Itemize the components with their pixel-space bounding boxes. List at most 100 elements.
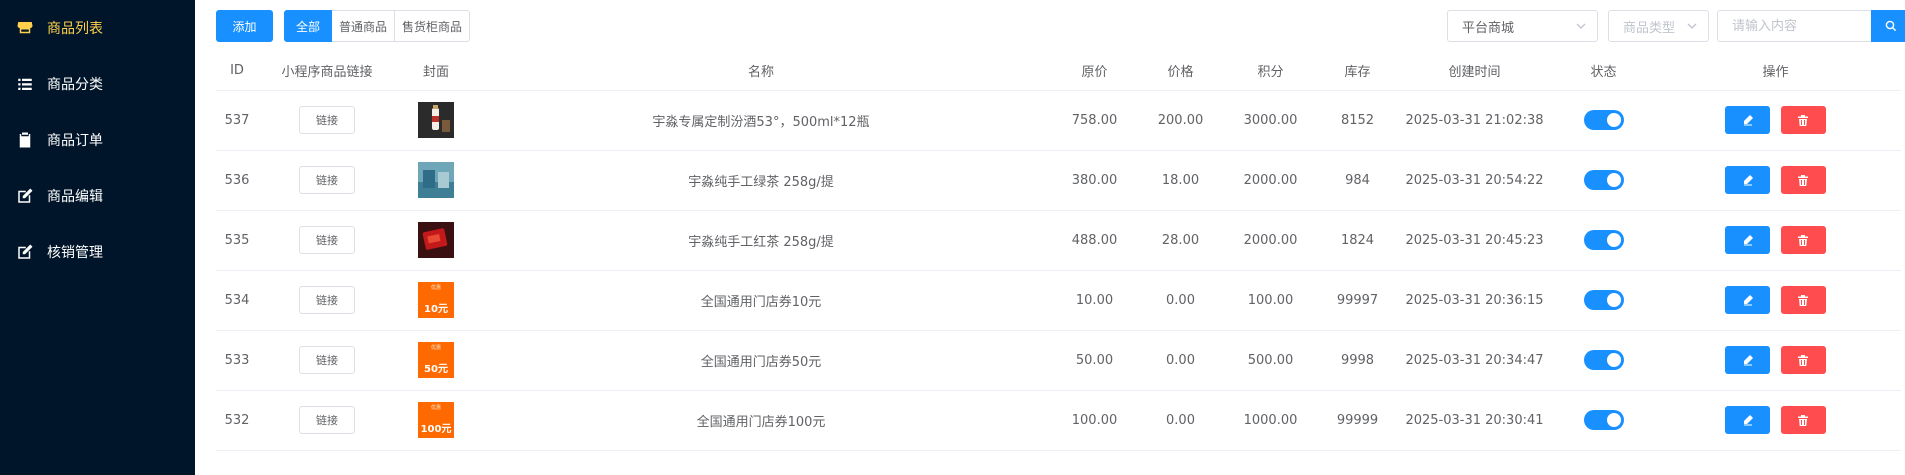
edit-button[interactable] (1725, 406, 1771, 434)
status-toggle[interactable] (1583, 110, 1624, 130)
col-header-link: 小程序商品链接 (258, 52, 396, 91)
edit-icon (15, 242, 35, 262)
link-button[interactable]: 链接 (299, 406, 355, 434)
filter-normal-button[interactable]: 普通商品 (332, 10, 395, 42)
link-button[interactable]: 链接 (299, 346, 355, 374)
filter-vending-button[interactable]: 售货柜商品 (395, 10, 470, 42)
cell-actions (1650, 150, 1901, 211)
cell-stock: 99997 (1323, 270, 1392, 331)
status-toggle[interactable] (1583, 230, 1624, 250)
coupon-cover-image: 优惠 50元 (418, 342, 454, 378)
link-button[interactable]: 链接 (299, 166, 355, 194)
table-row: 534 链接 优惠 10元 全国通用门店券10元 10.00 0.00 100.0… (216, 270, 1901, 331)
delete-button[interactable] (1780, 406, 1826, 434)
cell-cover (396, 210, 476, 271)
link-button[interactable]: 链接 (299, 226, 355, 254)
edit-button[interactable] (1725, 286, 1771, 314)
edit-button[interactable] (1725, 226, 1771, 254)
sidebar-item-product-orders[interactable]: 商品订单 (0, 112, 195, 168)
col-header-name: 名称 (476, 52, 1046, 91)
type-select[interactable]: 商品类型 (1608, 10, 1709, 42)
cell-actions (1650, 90, 1901, 151)
cell-cover (396, 150, 476, 211)
cell-name: 宇淼专属定制汾酒53°，500ml*12瓶 (476, 90, 1046, 151)
product-table: ID 小程序商品链接 封面 名称 原价 价格 积分 库存 创建时间 状态 操作 … (216, 52, 1901, 451)
table-row: 537 链接 宇淼专属定制汾酒53°，500ml*12瓶 758.00 200.… (216, 90, 1901, 151)
cell-name: 全国通用门店券100元 (476, 390, 1046, 451)
chevron-down-icon (1687, 23, 1697, 29)
sidebar-item-product-list[interactable]: 商品列表 (0, 0, 195, 56)
mall-select[interactable]: 平台商城 (1447, 10, 1598, 42)
cell-status (1557, 330, 1650, 391)
cell-price: 18.00 (1143, 150, 1218, 211)
cell-id: 532 (216, 390, 258, 451)
search-icon (1885, 20, 1897, 32)
status-toggle[interactable] (1583, 290, 1624, 310)
sidebar-item-label: 商品订单 (47, 133, 103, 149)
cell-id: 533 (216, 330, 258, 391)
sidebar-item-verification[interactable]: 核销管理 (0, 224, 195, 280)
pencil-icon (1743, 295, 1753, 306)
cell-link: 链接 (258, 270, 396, 331)
cell-link: 链接 (258, 330, 396, 391)
cell-link: 链接 (258, 150, 396, 211)
cell-cover: 优惠 50元 (396, 330, 476, 391)
sidebar-item-label: 商品列表 (47, 21, 103, 37)
search-input[interactable] (1717, 10, 1871, 42)
cell-link: 链接 (258, 390, 396, 451)
cell-status (1557, 150, 1650, 211)
cell-name: 宇淼纯手工绿茶 258g/提 (476, 150, 1046, 211)
cell-link: 链接 (258, 90, 396, 151)
link-button[interactable]: 链接 (299, 106, 355, 134)
table-row: 533 链接 优惠 50元 全国通用门店券50元 50.00 0.00 500.0… (216, 330, 1901, 391)
filter-all-button[interactable]: 全部 (284, 10, 332, 42)
cell-price: 0.00 (1143, 390, 1218, 451)
chevron-down-icon (1576, 23, 1586, 29)
cell-cover: 优惠 100元 (396, 390, 476, 451)
edit-button[interactable] (1725, 106, 1771, 134)
delete-button[interactable] (1780, 166, 1826, 194)
status-toggle[interactable] (1583, 170, 1624, 190)
store-icon (15, 18, 35, 38)
cell-cover: 优惠 10元 (396, 270, 476, 331)
cell-status (1557, 390, 1650, 451)
cell-actions (1650, 270, 1901, 331)
edit-button[interactable] (1725, 166, 1771, 194)
sidebar: 商品列表 商品分类 商品订单 商品编辑 核销管理 (0, 0, 195, 475)
delete-button[interactable] (1780, 226, 1826, 254)
status-toggle[interactable] (1583, 350, 1624, 370)
mall-select-value: 平台商城 (1462, 20, 1515, 36)
sidebar-item-product-category[interactable]: 商品分类 (0, 56, 195, 112)
edit-button[interactable] (1725, 346, 1771, 374)
list-icon (15, 74, 35, 94)
cell-name: 全国通用门店券10元 (476, 270, 1046, 331)
delete-button[interactable] (1780, 346, 1826, 374)
link-button[interactable]: 链接 (299, 286, 355, 314)
cell-name: 宇淼纯手工红茶 258g/提 (476, 210, 1046, 271)
coupon-cover-image: 优惠 100元 (418, 402, 454, 438)
col-header-original-price: 原价 (1046, 52, 1143, 91)
cell-created: 2025-03-31 20:36:15 (1392, 270, 1557, 331)
cell-actions (1650, 390, 1901, 451)
coupon-amount: 100元 (420, 424, 452, 435)
sidebar-item-label: 核销管理 (47, 245, 103, 261)
cell-points: 3000.00 (1218, 90, 1323, 151)
col-header-created: 创建时间 (1392, 52, 1557, 91)
pencil-icon (1743, 355, 1753, 366)
coupon-amount: 10元 (424, 304, 448, 315)
search-group (1717, 10, 1905, 42)
search-button[interactable] (1871, 10, 1905, 42)
cell-price: 0.00 (1143, 270, 1218, 331)
cell-link: 链接 (258, 210, 396, 271)
trash-icon (1798, 415, 1809, 426)
delete-button[interactable] (1780, 106, 1826, 134)
status-toggle[interactable] (1583, 410, 1624, 430)
delete-button[interactable] (1780, 286, 1826, 314)
cell-points: 1000.00 (1218, 390, 1323, 451)
product-cover-image (418, 222, 454, 258)
cell-stock: 984 (1323, 150, 1392, 211)
sidebar-item-product-edit[interactable]: 商品编辑 (0, 168, 195, 224)
coupon-amount: 50元 (424, 364, 448, 375)
cell-created: 2025-03-31 20:54:22 (1392, 150, 1557, 211)
add-button[interactable]: 添加 (216, 10, 273, 42)
